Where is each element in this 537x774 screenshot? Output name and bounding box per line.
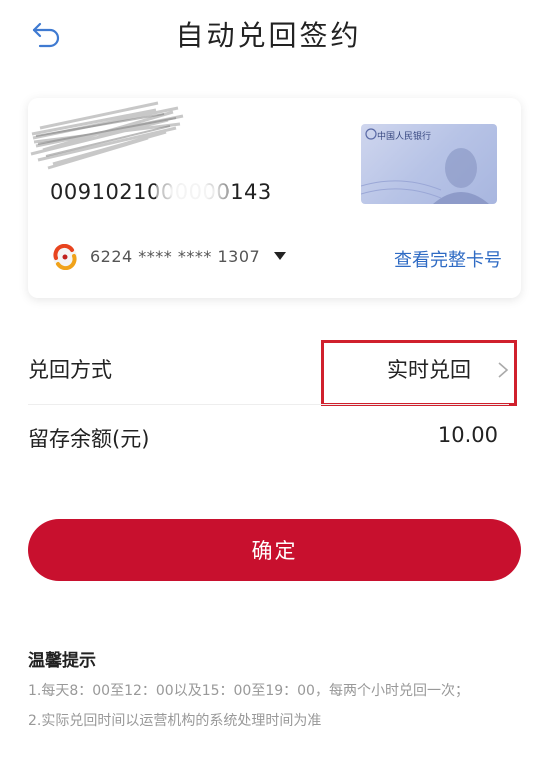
- bank-card-number: 6224 **** **** 1307: [90, 247, 261, 266]
- tips-list: 1.每天8：00至12：00以及15：00至19：00，每两个小时兑回一次； 2…: [28, 676, 523, 736]
- caret-down-icon[interactable]: [274, 252, 286, 260]
- highlight-annotation: [321, 340, 517, 406]
- tip-item: 1.每天8：00至12：00以及15：00至19：00，每两个小时兑回一次；: [28, 683, 469, 699]
- reserve-balance-row[interactable]: 留存余额(元) 10.00: [28, 408, 509, 468]
- wallet-number-mask: [156, 176, 228, 208]
- confirm-button[interactable]: 确定: [28, 519, 521, 581]
- bank-card-row[interactable]: 6224 **** **** 1307 查看完整卡号: [52, 244, 502, 272]
- divider: [28, 404, 509, 405]
- view-full-card-number-link[interactable]: 查看完整卡号: [394, 246, 502, 272]
- wallet-card: 0091021000000143 中国人民银行 6224 **** **** 1…: [28, 98, 521, 298]
- tips-title: 温馨提示: [28, 651, 96, 671]
- page: 自动兑回签约 0091021000000143 中国人民银行: [0, 0, 537, 774]
- page-title: 自动兑回签约: [175, 19, 362, 52]
- bank-logo-icon: [53, 244, 77, 270]
- redaction-scribble: [30, 101, 184, 170]
- tip-item: 2.实际兑回时间以运营机构的系统处理时间为准: [28, 713, 322, 729]
- reserve-balance-value[interactable]: 10.00: [438, 423, 498, 447]
- redeem-method-label: 兑回方式: [28, 358, 112, 382]
- header: 自动兑回签约: [0, 0, 537, 68]
- banknote-text: 中国人民银行: [377, 132, 432, 142]
- banknote-image: 中国人民银行: [361, 124, 497, 204]
- reserve-balance-label: 留存余额(元): [28, 427, 150, 451]
